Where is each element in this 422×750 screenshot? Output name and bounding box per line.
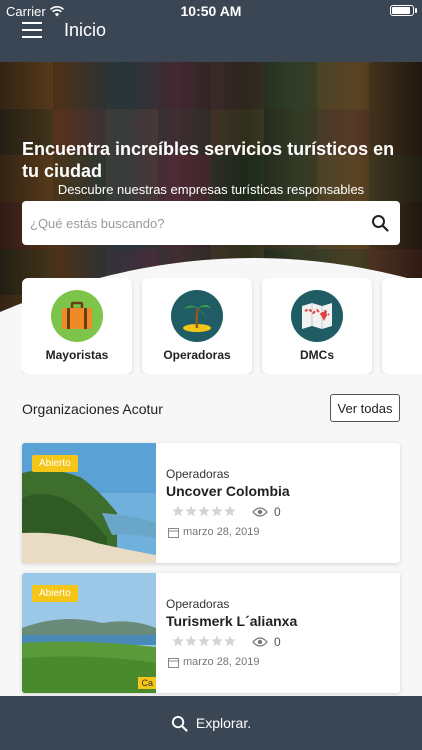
hero-subtitle: Descubre nuestras empresas turísticas re… [57,182,365,197]
views-value: 0 [274,505,281,519]
organization-name: Uncover Colombia [166,483,290,499]
organization-category: Operadoras [166,597,230,611]
organization-date: marzo 28, 2019 [168,656,259,668]
views-count: 0 [252,505,281,519]
date-value: marzo 28, 2019 [183,526,260,538]
map-icon [291,290,343,342]
category-card-mayoristas[interactable]: Mayoristas [22,278,132,374]
organization-card[interactable]: Abierto Operadoras Uncover Colombia 0 ma… [22,443,400,563]
category-label: Mayoristas [45,348,109,362]
calendar-icon [168,657,179,668]
search-input[interactable] [22,201,360,245]
organization-category: Operadoras [166,467,230,481]
app-header: Inicio [0,20,422,62]
clock: 10:50 AM [180,3,242,19]
section-title: Organizaciones Acotur [22,401,163,417]
views-count: 0 [252,635,281,649]
star-icon [198,505,210,517]
star-icon [185,635,197,647]
category-label: Operadoras [163,348,231,362]
category-label: DMCs [299,348,334,362]
organization-photo: Abierto [22,443,156,563]
status-bar: Carrier 10:50 AM [0,0,422,22]
calendar-icon [168,527,179,538]
rating-stars [172,635,236,647]
star-icon [224,635,236,647]
star-icon [224,505,236,517]
search-bar [22,201,400,245]
category-card-dmcs[interactable]: DMCs [262,278,372,374]
star-icon [211,635,223,647]
explore-bar[interactable]: Explorar. [0,696,422,750]
eye-icon [252,507,268,517]
views-value: 0 [274,635,281,649]
explore-label: Explorar. [195,715,252,731]
organization-card[interactable]: Abierto Ca Operadoras Turismerk L´alianx… [22,573,400,693]
corner-tag: Ca [138,677,156,689]
organization-date: marzo 28, 2019 [168,526,259,538]
rating-stars [172,505,236,517]
star-icon [198,635,210,647]
star-icon [172,635,184,647]
search-icon [171,715,188,732]
suitcase-icon [51,290,103,342]
status-badge: Abierto [32,585,78,602]
category-carousel[interactable]: Mayoristas Operadoras DMCs [22,278,422,374]
status-badge: Abierto [32,455,78,472]
star-icon [172,505,184,517]
hero-headline: Encuentra increíbles servicios turístico… [22,139,395,181]
search-icon[interactable] [360,201,400,245]
category-card-operadoras[interactable]: Operadoras [142,278,252,374]
star-icon [211,505,223,517]
organization-photo: Abierto Ca [22,573,156,693]
hamburger-menu-icon[interactable] [22,22,42,40]
page-title: Inicio [64,20,107,40]
star-icon [185,505,197,517]
date-value: marzo 28, 2019 [183,656,260,668]
view-all-button[interactable]: Ver todas [330,394,400,422]
palm-island-icon [171,290,223,342]
organization-name: Turismerk L´alianxa [166,613,298,629]
eye-icon [252,637,268,647]
battery-icon [390,5,417,16]
category-card-partial[interactable] [382,278,422,374]
